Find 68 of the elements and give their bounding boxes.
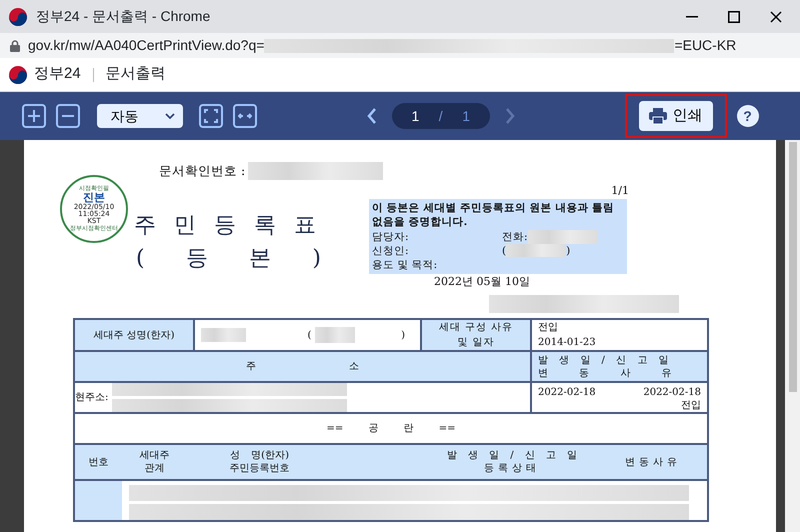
total-pages: 1 — [462, 106, 470, 126]
zoom-out-button[interactable] — [56, 104, 80, 128]
officer-label: 담당자: — [372, 230, 409, 243]
government-emblem-icon — [8, 64, 28, 84]
table-cell: 전입 — [681, 400, 701, 412]
table-header: 발 생 일 / 신 고 일 — [538, 354, 670, 366]
page-title: 문서출력 — [106, 64, 166, 84]
redacted-block — [528, 230, 598, 244]
table-header: 주민등록번호 — [228, 462, 290, 476]
page-separator: / — [438, 106, 443, 126]
table-header: 주 소 — [246, 360, 360, 374]
table-cell-text: 2014-01-23 — [538, 336, 596, 350]
table-header: 세대주 성명(한자) — [94, 328, 174, 342]
minimize-icon[interactable] — [686, 16, 698, 18]
print-button[interactable]: 인쇄 — [638, 101, 712, 131]
table-header: 발 생 일 / 신 고 일 — [446, 448, 578, 462]
app-logo-icon — [8, 6, 28, 26]
chevron-left-icon — [364, 107, 379, 125]
purpose-label: 용도 및 목적: — [372, 258, 438, 272]
maximize-icon[interactable] — [728, 10, 740, 22]
table-header: 등록상태 — [483, 462, 541, 476]
redacted-block — [201, 328, 246, 342]
zoom-select[interactable]: 자동 — [96, 104, 182, 128]
caret-icon — [164, 113, 174, 119]
fit-width-button[interactable] — [233, 104, 257, 128]
table-cell: 2022-02-18 — [538, 386, 596, 400]
lock-icon — [10, 40, 20, 52]
table-cell: 2022-02-18 — [643, 386, 701, 400]
table-header: 세대주 관계 — [138, 448, 170, 476]
scrollbar[interactable] — [785, 140, 800, 532]
redacted-block — [314, 327, 355, 343]
current-page: 1 — [412, 106, 420, 126]
table-header: 세대 구성 사유 및 일자 — [438, 321, 514, 350]
applicant-label: 신청인: — [372, 244, 409, 257]
document-subtitle: 본 — [249, 244, 272, 273]
document-number-label: 문서확인번호 : — [159, 162, 246, 180]
corners-icon — [204, 109, 218, 123]
applicant-paren: ) — [566, 244, 570, 258]
zoom-in-button[interactable] — [22, 104, 46, 128]
stamp-text: 진본 — [83, 192, 105, 204]
page-count: 1/1 — [611, 184, 629, 197]
url-text: gov.kr/mw/AA040CertPrintView.do?q= — [28, 36, 264, 55]
printer-icon — [648, 108, 666, 124]
brand-name: 정부24 — [34, 64, 81, 84]
applicant-paren: ( — [502, 244, 506, 258]
plus-icon — [27, 109, 41, 123]
help-button[interactable]: ? — [736, 105, 758, 127]
document-subtitle: 등 — [186, 244, 208, 273]
document-subtitle: ) — [312, 244, 321, 273]
table-cell-text: ) — [401, 328, 406, 342]
url-text: =EUC-KR — [674, 36, 736, 55]
table-cell-text: 현주소: — [75, 391, 108, 406]
issue-date: 2022년 05월 10일 — [434, 275, 530, 288]
close-icon[interactable] — [770, 10, 782, 22]
document-subtitle: ( — [136, 244, 145, 273]
table-header: 변동사유 — [624, 456, 682, 469]
fit-page-button[interactable] — [199, 104, 223, 128]
table-header: 번호 — [88, 456, 110, 469]
table-cell-text: == 공 란 == — [326, 422, 456, 436]
window-title: 정부24 - 문서출력 - Chrome — [36, 7, 210, 26]
table-cell-text: ( — [308, 328, 312, 342]
phone-label: 전화: — [502, 230, 528, 244]
table-header: 성 명(한자) — [229, 448, 290, 462]
table-header: 변 동 사 유 — [538, 366, 673, 380]
document-title: 주민등록표 — [134, 212, 334, 240]
certificate-statement: 이 등본은 세대별 주민등록표의 원본 내용과 틀림없음을 증명합니다. — [372, 201, 615, 230]
redacted-block — [506, 244, 566, 257]
table-cell-text: 전입 — [538, 321, 558, 335]
